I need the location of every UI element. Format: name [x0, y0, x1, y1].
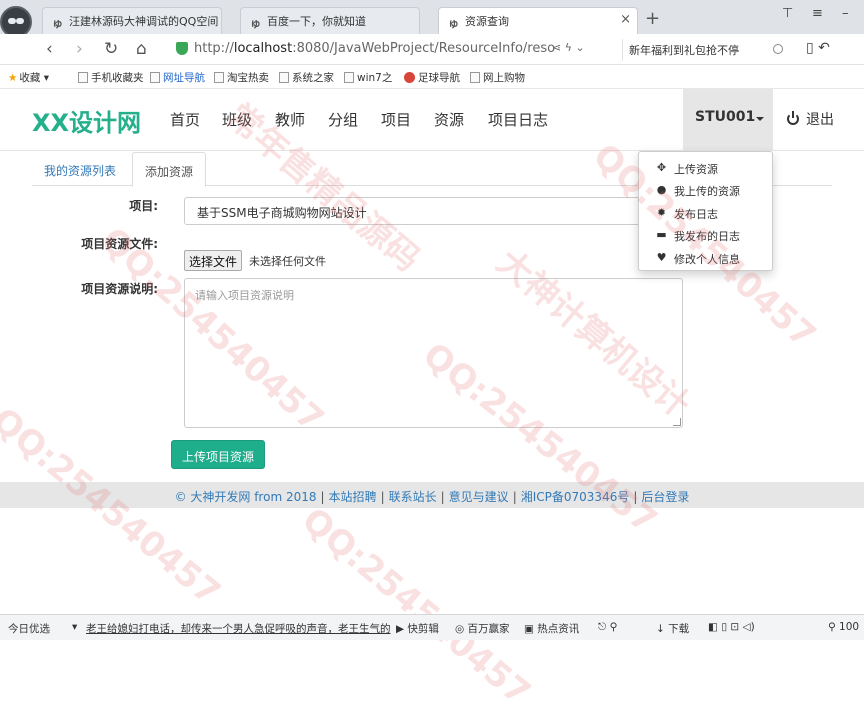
bookmarks-bar: ★ 收藏 ▾ 手机收藏夹 网址导航 淘宝热卖 系统之家 win7之 足球导航 网上…: [0, 65, 864, 89]
security-shield-icon: [176, 42, 188, 55]
upload-resource-button[interactable]: 上传项目资源: [171, 440, 265, 469]
nav-class[interactable]: 班级: [222, 109, 252, 130]
folder-icon: [78, 72, 88, 83]
power-icon: [787, 111, 799, 125]
nav-teacher[interactable]: 教师: [275, 109, 305, 130]
bookmark-football[interactable]: 足球导航: [404, 70, 460, 85]
tab-favicon-icon: ゅ: [448, 17, 459, 30]
nav-project[interactable]: 项目: [381, 109, 411, 130]
close-tab-icon[interactable]: ×: [620, 12, 631, 27]
user-dropdown-menu: ✥ 上传资源 ● 我上传的资源 ✹ 发布日志 ▬ 我发布的日志 ♥ 修改个人信息: [638, 151, 773, 271]
bookmark-shopping[interactable]: 网上购物: [470, 70, 525, 85]
bookmark-win7[interactable]: win7之: [344, 70, 392, 85]
folder-icon: [150, 72, 160, 83]
menu-item-publish-log[interactable]: ✹ 发布日志: [639, 202, 772, 224]
footer-admin-link[interactable]: 后台登录: [641, 490, 689, 504]
search-icon[interactable]: [773, 44, 783, 54]
browser-tab-strip: ゅ 汪建林源码大神调试的QQ空间 [ ゅ 百度一下，你就知道 ゅ 资源查询 × …: [0, 0, 864, 38]
menu-item-my-resources[interactable]: ● 我上传的资源: [639, 179, 772, 201]
browser-tab-qq-space[interactable]: ゅ 汪建林源码大神调试的QQ空间 [: [42, 7, 222, 34]
description-placeholder: 请输入项目资源说明: [195, 289, 294, 302]
menu-item-edit-profile[interactable]: ♥ 修改个人信息: [639, 247, 772, 269]
heart-icon: ♥: [656, 250, 667, 264]
user-name: STU001: [695, 109, 756, 125]
status-tools-icon[interactable]: ⎋ ⚲: [598, 621, 617, 634]
folder-icon: [344, 72, 354, 83]
new-tab-icon[interactable]: +: [645, 8, 660, 29]
browser-tab-baidu[interactable]: ゅ 百度一下，你就知道: [240, 7, 420, 34]
footer-icp-link[interactable]: 湘ICP备0703346号: [521, 490, 630, 504]
file-status: 未选择任何文件: [249, 255, 326, 268]
nav-resource[interactable]: 资源: [434, 109, 464, 130]
file-label: 项目资源文件:: [81, 237, 158, 251]
user-icon: ●: [656, 183, 667, 197]
menu-item-upload-resource[interactable]: ✥ 上传资源: [639, 157, 772, 179]
tab-my-resources[interactable]: 我的资源列表: [32, 152, 128, 186]
watermark-qq: QQ:254540457: [294, 500, 538, 713]
status-news-ticker[interactable]: 老王给媳妇打电话，却传来一个男人急促呼吸的声音，老王生气的: [86, 621, 391, 636]
status-millionaire[interactable]: ◎ 百万赢家: [455, 621, 510, 636]
nav-home[interactable]: 首页: [170, 109, 200, 130]
url-field[interactable]: http://localhost:8080/JavaWebProject/Res…: [170, 38, 614, 61]
footer-copyright: © 大神开发网 from 2018: [174, 490, 317, 504]
back-icon[interactable]: ‹: [46, 39, 53, 59]
folder-icon: [214, 72, 224, 83]
menu-icon[interactable]: ≡: [812, 6, 823, 21]
tab-favicon-icon: ゅ: [250, 17, 261, 30]
shirt-icon[interactable]: ⊤: [782, 6, 793, 21]
forward-icon[interactable]: ›: [76, 39, 83, 59]
status-misc-icons[interactable]: ◧ ▯ ⊡ ◁): [708, 621, 755, 633]
project-label: 项目:: [129, 199, 158, 213]
browser-tab-resource-query[interactable]: ゅ 资源查询 ×: [438, 7, 638, 34]
move-icon: ✥: [656, 161, 667, 174]
browser-status-bar: 今日优选 ▾ 老王给媳妇打电话，却传来一个男人急促呼吸的声音，老王生气的 ▶ 快…: [0, 614, 864, 640]
site-brand[interactable]: XX设计网: [32, 103, 141, 138]
tab-favicon-icon: ゅ: [52, 17, 63, 30]
choose-file-button[interactable]: 选择文件: [184, 250, 243, 271]
bookmark-favorites[interactable]: ★ 收藏 ▾: [8, 70, 49, 85]
football-icon: [404, 72, 415, 83]
news-icon: ▾: [72, 621, 78, 633]
bookmark-taobao[interactable]: 淘宝热卖: [214, 70, 269, 85]
device-icon[interactable]: ▯ ↶: [806, 40, 830, 56]
gear-icon: ✹: [656, 205, 667, 219]
user-menu-toggle[interactable]: STU001: [683, 89, 773, 151]
nav-project-log[interactable]: 项目日志: [488, 109, 548, 130]
star-icon: ★: [8, 72, 18, 84]
footer-feedback-link[interactable]: 意见与建议: [449, 490, 509, 504]
bookmark-nav[interactable]: 网址导航: [150, 70, 205, 85]
reload-icon[interactable]: ↻: [104, 39, 118, 59]
menu-item-my-logs[interactable]: ▬ 我发布的日志: [639, 224, 772, 246]
status-today-picks[interactable]: 今日优选: [8, 621, 50, 636]
caret-down-icon: [756, 117, 764, 121]
status-hot-news[interactable]: ▣ 热点资讯: [524, 621, 579, 636]
footer-jobs-link[interactable]: 本站招聘: [329, 490, 377, 504]
footer: © 大神开发网 from 2018 | 本站招聘 | 联系站长 | 意见与建议 | 湘ICP备0…: [0, 482, 864, 508]
description-label: 项目资源说明:: [81, 282, 158, 296]
tab-add-resource[interactable]: 添加资源: [132, 152, 207, 187]
minimize-icon[interactable]: –: [842, 6, 849, 21]
logout-link[interactable]: 退出: [787, 109, 834, 129]
home-icon[interactable]: ⌂: [136, 39, 147, 59]
address-bar: ‹ › ↻ ⌂ http://localhost:8080/JavaWebPro…: [0, 34, 864, 65]
search-input[interactable]: 新年福利到礼包抢不停: [622, 39, 790, 61]
resize-handle-icon[interactable]: [673, 418, 681, 426]
status-zoom[interactable]: ⚲ 100: [828, 621, 859, 633]
credit-card-icon: ▬: [656, 228, 667, 242]
folder-icon: [470, 72, 480, 83]
site-header: XX设计网 首页 班级 教师 分组 项目 资源 项目日志 STU001 退出: [0, 89, 864, 151]
status-quick-clip[interactable]: ▶ 快剪辑: [396, 621, 439, 636]
footer-contact-link[interactable]: 联系站长: [389, 490, 437, 504]
bookmark-xitong[interactable]: 系统之家: [279, 70, 334, 85]
status-download[interactable]: ↓ 下载: [656, 621, 689, 636]
bookmark-mobile[interactable]: 手机收藏夹: [78, 70, 144, 85]
project-select[interactable]: 基于SSM电子商城购物网站设计: [184, 197, 682, 225]
folder-icon: [279, 72, 289, 83]
share-icon[interactable]: ⋖ ϟ ⌄: [552, 41, 585, 54]
nav-group[interactable]: 分组: [328, 109, 358, 130]
description-textarea[interactable]: 请输入项目资源说明: [184, 278, 683, 428]
